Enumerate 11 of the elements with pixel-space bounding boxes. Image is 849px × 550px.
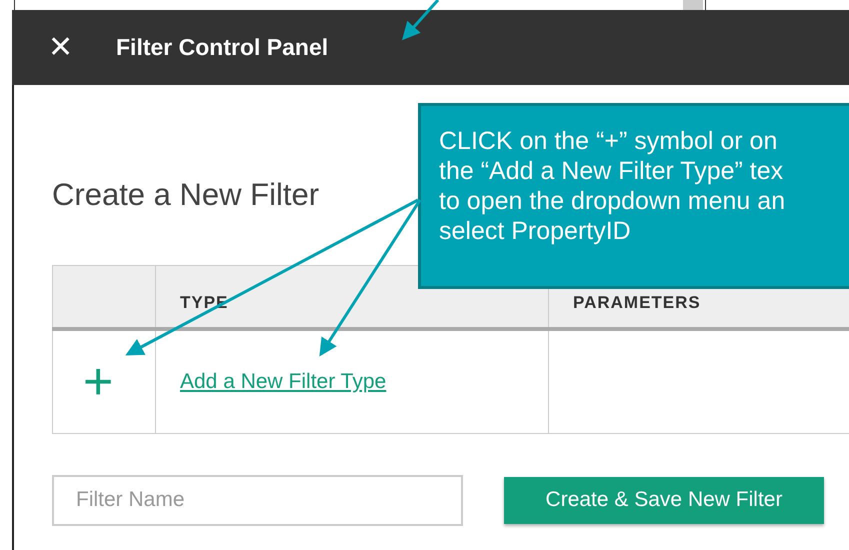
window-title: Filter Control Panel: [116, 34, 328, 61]
filter-name-field[interactable]: Filter Name: [52, 474, 463, 526]
create-save-button[interactable]: Create & Save New Filter: [504, 476, 824, 524]
close-icon[interactable]: ✕: [48, 32, 98, 62]
heading: Create a New Filter: [52, 177, 320, 213]
scrollbar-thumb[interactable]: [683, 0, 703, 10]
add-button[interactable]: +: [83, 356, 114, 408]
column-header: PARAMETERS: [573, 293, 701, 312]
add-filter-type-link[interactable]: Add a New Filter Type: [180, 370, 386, 392]
callout-text: CLICK on the “+” symbol or on the “Add a New Filter Type” tex to open the dropdown menu an select PropertyID: [439, 126, 786, 246]
pointer-arrow: [402, 0, 440, 40]
